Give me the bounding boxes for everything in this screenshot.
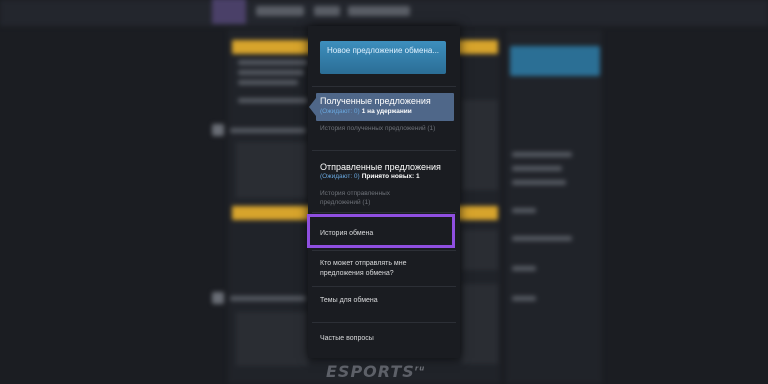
background-box — [236, 312, 308, 366]
received-pending-label: (Ожидают: 0) — [320, 108, 360, 115]
menu-divider — [312, 322, 456, 323]
background-line — [238, 98, 308, 103]
who-can-send-link[interactable]: Кто может отправлять мне предложения обм… — [320, 259, 436, 279]
background-line — [512, 152, 572, 157]
menu-divider — [312, 150, 456, 151]
background-text — [348, 6, 410, 16]
sent-offers-title[interactable]: Отправленные предложения — [320, 162, 441, 172]
background-line — [238, 60, 308, 65]
background-line — [512, 208, 536, 213]
active-pointer-icon — [309, 98, 316, 116]
background-box — [462, 100, 498, 190]
menu-divider — [312, 250, 456, 251]
sent-accepted-label: Принято новых: 1 — [361, 173, 420, 180]
received-offers-status: (Ожидают: 0) 1 на удержании — [320, 108, 412, 115]
background-line — [238, 70, 304, 75]
background-text — [256, 6, 304, 16]
background-icon — [212, 124, 224, 136]
received-hold-label: 1 на удержании — [361, 108, 412, 115]
background-line — [238, 80, 298, 85]
background-box — [236, 142, 308, 198]
background-line — [230, 296, 306, 301]
trade-history-highlight — [307, 214, 455, 248]
background-icon — [212, 292, 224, 304]
background-line — [230, 128, 306, 133]
sent-pending-label: (Ожидают: 0) — [320, 173, 360, 180]
received-offers-title: Полученные предложения — [320, 96, 431, 106]
background-button — [510, 46, 600, 76]
menu-divider — [312, 212, 456, 213]
sent-offers-history-link[interactable]: История отправленных предложений (1) — [320, 189, 426, 207]
new-trade-offer-label: Новое предложение обмена... — [326, 46, 440, 55]
trade-offers-menu: Новое предложение обмена... Полученные п… — [308, 26, 460, 358]
background-line — [512, 166, 562, 171]
trade-topics-link[interactable]: Темы для обмена — [320, 296, 378, 306]
menu-divider — [312, 86, 456, 87]
background-line — [512, 266, 536, 271]
background-line — [512, 180, 566, 185]
background-text — [314, 6, 340, 16]
menu-divider — [312, 286, 456, 287]
faq-link[interactable]: Частые вопросы — [320, 334, 374, 344]
background-box — [462, 284, 498, 364]
esports-watermark-logo: ESPORTSru — [326, 362, 426, 381]
background-column — [506, 30, 602, 384]
background-line — [512, 236, 572, 241]
sent-offers-status: (Ожидают: 0) Принято новых: 1 — [320, 173, 420, 180]
received-offers-item[interactable]: Полученные предложения (Ожидают: 0) 1 на … — [309, 93, 454, 121]
received-offers-history-link[interactable]: История полученных предложений (1) — [320, 124, 452, 133]
new-trade-offer-button[interactable]: Новое предложение обмена... — [320, 41, 446, 74]
background-avatar — [212, 0, 246, 24]
background-line — [512, 296, 536, 301]
background-box — [462, 230, 498, 270]
